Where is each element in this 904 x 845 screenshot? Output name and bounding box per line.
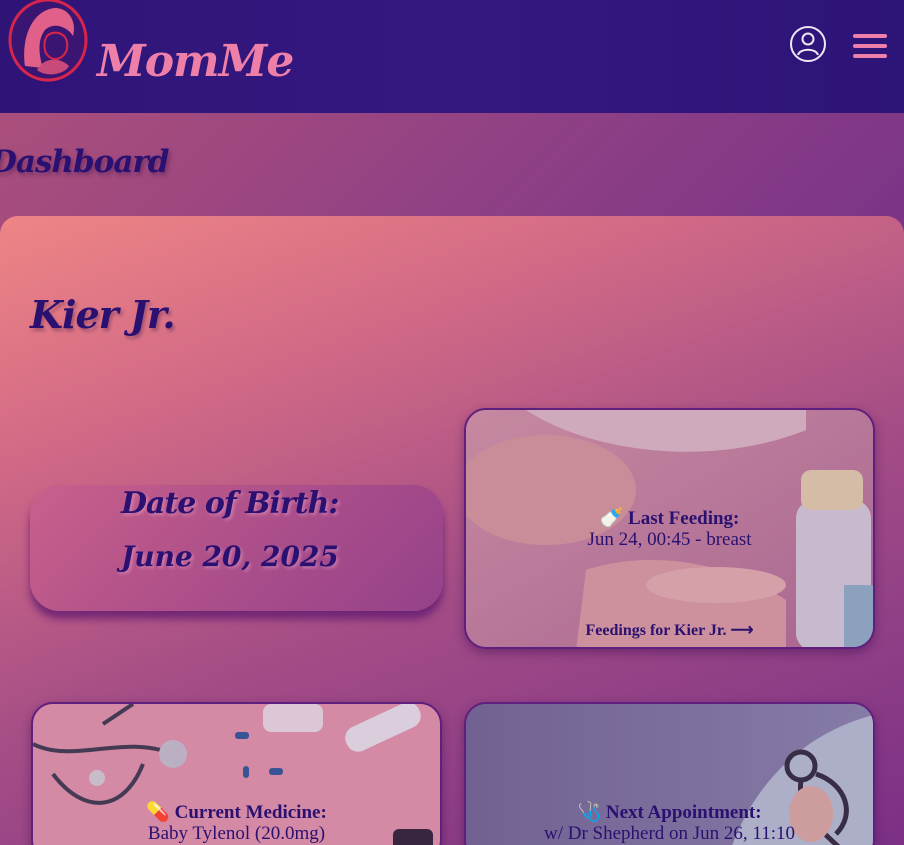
user-circle-icon[interactable] xyxy=(789,25,827,63)
last-feeding-title: 🍼 Last Feeding: xyxy=(466,506,873,530)
current-medicine-value: Baby Tylenol (20.0mg) xyxy=(147,823,326,844)
next-appointment-card[interactable]: 🩺 Next Appointment: w/ Dr Shepherd on Ju… xyxy=(464,702,875,845)
menu-bar xyxy=(853,34,887,38)
last-feeding-label: Last Feeding: xyxy=(628,508,740,529)
current-medicine-label: Current Medicine: xyxy=(174,802,327,823)
next-appointment-value: w/ Dr Shepherd on Jun 26, 11:10 xyxy=(543,823,796,844)
mother-baby-logo-icon[interactable] xyxy=(7,0,89,82)
menu-bar xyxy=(853,54,887,58)
baby-name-heading: Kier Jr. xyxy=(30,292,176,337)
hamburger-menu-icon[interactable] xyxy=(853,34,887,58)
brand-name[interactable]: MomMe xyxy=(97,36,294,87)
next-appointment-label: Next Appointment: xyxy=(605,802,762,823)
last-feeding-card[interactable]: 🍼 Last Feeding: Jun 24, 00:45 - breast F… xyxy=(464,408,875,649)
feedings-link[interactable]: Feedings for Kier Jr. ⟶ xyxy=(466,620,873,640)
dob-value: June 20, 2025 xyxy=(121,540,339,573)
top-navbar: MomMe xyxy=(0,0,904,113)
baby-bottle-icon: 🍼 xyxy=(599,507,624,529)
current-medicine-title: 💊 Current Medicine: xyxy=(33,800,440,824)
next-appointment-title: 🩺 Next Appointment: xyxy=(466,800,873,824)
last-feeding-value: Jun 24, 00:45 - breast xyxy=(587,529,752,550)
current-medicine-card[interactable]: 💊 Current Medicine: Baby Tylenol (20.0mg… xyxy=(31,702,442,845)
menu-bar xyxy=(853,44,887,48)
page-title: Dashboard xyxy=(0,144,169,180)
stethoscope-icon: 🩺 xyxy=(577,801,602,823)
pill-icon: 💊 xyxy=(146,801,170,823)
dob-label: Date of Birth: xyxy=(121,486,340,521)
